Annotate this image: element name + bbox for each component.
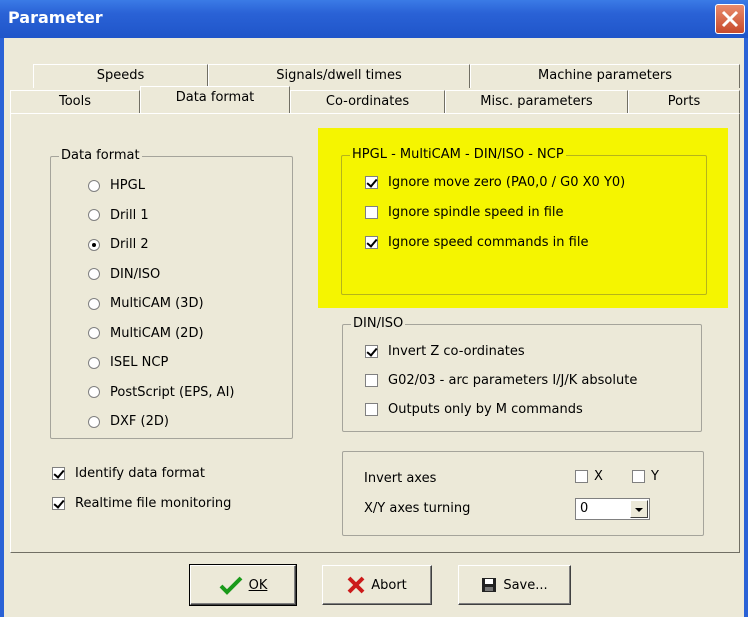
- radio-button: [88, 386, 100, 398]
- radio-button: [88, 268, 100, 280]
- checkbox-box: [365, 206, 378, 219]
- radio-label: ISEL NCP: [110, 355, 169, 370]
- radio-multicam-2d[interactable]: MultiCAM (2D): [88, 326, 204, 341]
- ok-label: OK: [248, 577, 268, 593]
- checkbox-box: [365, 374, 378, 387]
- checkbox-box: [52, 497, 65, 510]
- tab-ports[interactable]: Ports: [628, 90, 740, 114]
- checkmark-icon: [219, 576, 243, 595]
- checkbox-label: Realtime file monitoring: [75, 496, 232, 511]
- radio-button: [88, 238, 100, 251]
- tab-signals-dwell-times[interactable]: Signals/dwell times: [208, 64, 470, 88]
- checkbox-label: Ignore speed commands in file: [388, 235, 589, 250]
- save-label: Save...: [503, 577, 548, 593]
- checkbox-box: [632, 470, 645, 483]
- abort-button[interactable]: Abort: [322, 565, 432, 605]
- tab-misc-parameters[interactable]: Misc. parameters: [445, 90, 628, 114]
- window-border-left: [0, 38, 4, 617]
- radio-dxf-2d[interactable]: DXF (2D): [88, 414, 169, 429]
- radio-label: MultiCAM (2D): [110, 325, 204, 341]
- radio-label: DIN/ISO: [110, 266, 161, 282]
- hpgl-option-0[interactable]: Ignore move zero (PA0,0 / G0 X0 Y0): [365, 175, 625, 190]
- radio-isel-ncp[interactable]: ISEL NCP: [88, 355, 168, 370]
- checkbox-box: [575, 470, 588, 483]
- checkbox-box: [52, 467, 65, 480]
- radio-hpgl[interactable]: HPGL: [88, 178, 145, 193]
- radio-label: Drill 2: [110, 237, 149, 252]
- radio-postscript-eps-ai[interactable]: PostScript (EPS, AI): [88, 385, 234, 400]
- radio-drill-2[interactable]: Drill 2: [88, 237, 149, 252]
- checkbox-box: [365, 345, 378, 358]
- checkbox-label: G02/03 - arc parameters I/J/K absolute: [388, 373, 638, 388]
- realtime-file-monitoring-checkbox[interactable]: Realtime file monitoring: [52, 496, 231, 511]
- checkbox-box: [365, 403, 378, 416]
- radio-din-iso[interactable]: DIN/ISO: [88, 267, 160, 282]
- y-label: Y: [651, 469, 659, 484]
- floppy-disk-icon: [482, 578, 497, 592]
- radio-button: [88, 327, 100, 339]
- checkbox-label: Ignore spindle speed in file: [388, 205, 564, 220]
- radio-label: HPGL: [110, 178, 145, 193]
- checkbox-label: Ignore move zero (PA0,0 / G0 X0 Y0): [388, 175, 626, 190]
- radio-label: DXF (2D): [110, 414, 169, 429]
- invert-y-checkbox[interactable]: Y: [632, 469, 659, 484]
- data-format-group-title: Data format: [59, 148, 142, 163]
- radio-button: [88, 415, 100, 428]
- abort-label: Abort: [371, 577, 407, 593]
- radio-button: [88, 209, 100, 221]
- close-icon: [721, 10, 739, 28]
- tab-machine-parameters[interactable]: Machine parameters: [470, 64, 740, 88]
- hpgl-group-title: HPGL - MultiCAM - DIN/ISO - NCP: [350, 147, 566, 162]
- checkbox-label: Invert Z co-ordinates: [388, 344, 525, 359]
- tab-speeds[interactable]: Speeds: [33, 64, 208, 88]
- close-button[interactable]: [715, 4, 745, 34]
- invert-x-checkbox[interactable]: X: [575, 469, 603, 484]
- tab-tools[interactable]: Tools: [10, 90, 140, 114]
- save-button[interactable]: Save...: [458, 565, 571, 605]
- radio-multicam-3d[interactable]: MultiCAM (3D): [88, 296, 204, 311]
- radio-label: Drill 1: [110, 207, 149, 223]
- radio-label: PostScript (EPS, AI): [110, 384, 235, 400]
- axes-group: [342, 451, 704, 536]
- cross-icon: [347, 576, 365, 594]
- radio-button: [88, 356, 100, 369]
- window-border-right: [744, 38, 748, 617]
- window-title: Parameter: [8, 8, 103, 27]
- identify-data-format-checkbox[interactable]: Identify data format: [52, 466, 205, 481]
- x-label: X: [594, 469, 603, 484]
- checkbox-box: [365, 176, 378, 189]
- tab-data-format[interactable]: Data format: [140, 86, 290, 113]
- radio-button: [88, 179, 100, 192]
- ok-button[interactable]: OK: [189, 564, 297, 606]
- radio-drill-1[interactable]: Drill 1: [88, 208, 149, 223]
- din-option-2[interactable]: Outputs only by M commands: [365, 402, 583, 417]
- checkbox-label: Identify data format: [75, 466, 205, 481]
- hpgl-option-1[interactable]: Ignore spindle speed in file: [365, 205, 564, 220]
- invert-axes-label: Invert axes: [364, 471, 437, 486]
- hpgl-option-2[interactable]: Ignore speed commands in file: [365, 235, 588, 250]
- din-option-1[interactable]: G02/03 - arc parameters I/J/K absolute: [365, 373, 637, 388]
- axes-turning-select[interactable]: 0: [575, 498, 650, 520]
- checkbox-box: [365, 236, 378, 249]
- title-bar: Parameter: [0, 0, 748, 38]
- checkbox-label: Outputs only by M commands: [388, 402, 583, 417]
- din-option-0[interactable]: Invert Z co-ordinates: [365, 344, 525, 359]
- tab-co-ordinates[interactable]: Co-ordinates: [290, 90, 445, 114]
- radio-button: [88, 297, 100, 310]
- axes-turning-label: X/Y axes turning: [364, 501, 471, 516]
- din-iso-group-title: DIN/ISO: [351, 316, 406, 331]
- chevron-down-icon[interactable]: [630, 500, 648, 518]
- axes-turning-value: 0: [580, 501, 589, 516]
- radio-label: MultiCAM (3D): [110, 296, 204, 311]
